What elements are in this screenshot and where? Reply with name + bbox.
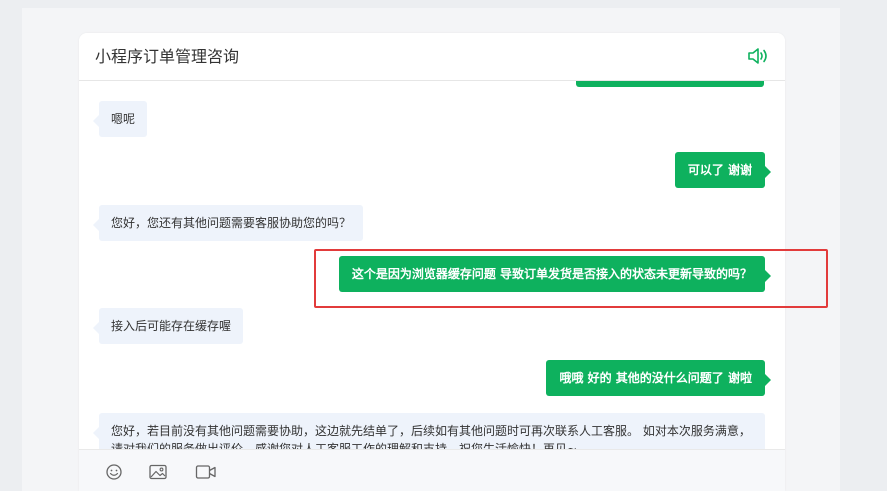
message-bubble-outgoing: 可以了 谢谢 xyxy=(674,152,772,188)
message-bubble-outgoing: 哦哦 好的 其他的没什么问题了 谢啦 xyxy=(546,360,771,396)
message-text: 嗯呢 xyxy=(111,112,136,126)
chat-window: 小程序订单管理咨询 嗯呢 可以了 谢谢 您好，您还有其他问题需要客服协助您的吗？… xyxy=(79,33,785,491)
message-bubble-incoming: 接入后可能存在缓存喔 xyxy=(92,308,244,344)
emoji-icon[interactable] xyxy=(104,463,124,481)
speaker-icon[interactable] xyxy=(747,46,769,66)
message-bubble-incoming: 您好，若目前没有其他问题需要协助，这边就先结单了，后续如有其他问题时可再次联系人… xyxy=(93,413,765,449)
message-text: 哦哦 好的 其他的没什么问题了 谢啦 xyxy=(559,371,752,385)
message-text: 您好，您还有其他问题需要客服协助您的吗？ xyxy=(111,216,352,230)
message-text: 这个是因为浏览器缓存问题 导致订单发货是否接入的状态未更新导致的吗？ xyxy=(351,267,752,281)
video-icon[interactable] xyxy=(195,463,217,481)
image-icon[interactable] xyxy=(148,463,168,481)
message-text: 您好，若目前没有其他问题需要协助，这边就先结单了，后续如有其他问题时可再次联系人… xyxy=(111,424,751,449)
message-text: 接入后可能存在缓存喔 xyxy=(111,319,232,333)
input-toolbar xyxy=(79,449,785,491)
message-list[interactable]: 嗯呢 可以了 谢谢 您好，您还有其他问题需要客服协助您的吗？ 这个是因为浏览器缓… xyxy=(79,81,785,449)
message-bubble-incoming: 嗯呢 xyxy=(92,101,148,137)
message-text: 可以了 谢谢 xyxy=(687,163,752,177)
message-bubble-incoming: 您好，您还有其他问题需要客服协助您的吗？ xyxy=(92,205,364,241)
chat-header: 小程序订单管理咨询 xyxy=(79,33,785,81)
message-bubble-outgoing: 这个是因为浏览器缓存问题 导致订单发货是否接入的状态未更新导致的吗？ xyxy=(338,256,772,292)
message-bubble-outgoing-previous xyxy=(576,81,764,87)
chat-title: 小程序订单管理咨询 xyxy=(95,47,240,66)
